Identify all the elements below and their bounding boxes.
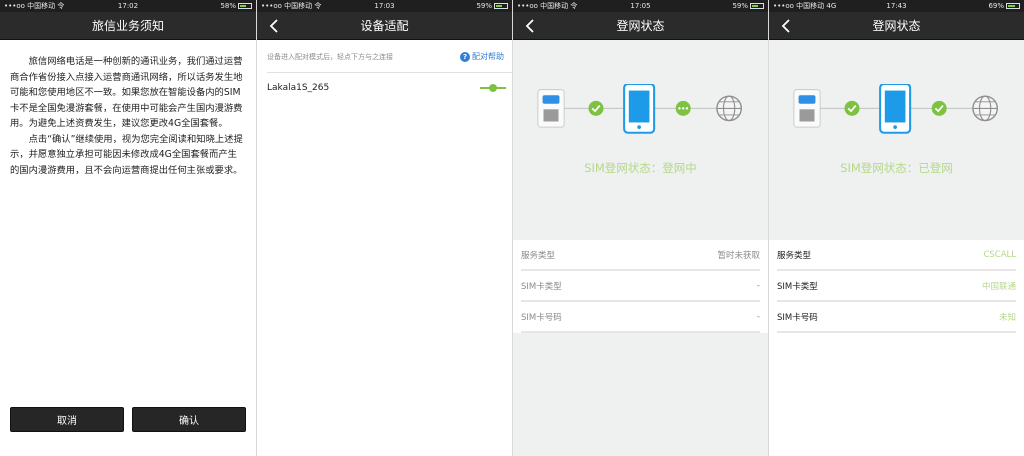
battery-icon: [750, 3, 764, 9]
confirm-button[interactable]: 确认: [132, 407, 246, 432]
status-diagram: SIM登网状态：登网中: [513, 40, 768, 240]
cancel-button[interactable]: 取消: [10, 407, 124, 432]
list-item: 服务类型 暂时未获取: [521, 240, 760, 271]
clock: 17:05: [630, 2, 651, 10]
status-bar: •••oo 中国移动 令 17:02 58%: [0, 0, 256, 12]
list-item: 服务类型 CSCALL: [777, 240, 1016, 271]
clock: 17:03: [374, 2, 395, 10]
globe-icon: [716, 95, 743, 122]
back-arrow-icon[interactable]: [777, 17, 795, 35]
screen-device-pairing: •••oo 中国移动 令 17:03 59% 设备适配 设备进入配对模式后，轻点…: [256, 0, 512, 456]
back-arrow-icon[interactable]: [265, 17, 283, 35]
nav-bar: 设备适配: [257, 12, 512, 40]
globe-icon: [972, 95, 999, 122]
battery-icon: [1006, 3, 1020, 9]
row-value: CSCALL: [983, 249, 1016, 260]
page-title: 设备适配: [360, 19, 409, 33]
sim-card-icon: [793, 89, 821, 128]
pairing-help-link[interactable]: ? 配对帮助: [460, 51, 504, 62]
row-label: SIM卡号码: [521, 312, 562, 323]
connection-flow: [537, 84, 743, 134]
connecting-dots-icon: [675, 100, 691, 116]
page-title: 登网状态: [872, 19, 921, 33]
nav-bar: 旅信业务须知: [0, 12, 256, 40]
status-bar: •••oo 中国移动 令 17:03 59%: [257, 0, 512, 12]
pairing-help-label: 配对帮助: [472, 52, 504, 61]
status-bar: •••oo 中国移动 4G 17:43 69%: [769, 0, 1024, 12]
pairing-hint: 设备进入配对模式后，轻点下方与之连接: [267, 52, 393, 61]
device-list-item[interactable]: Lakala1S_265: [257, 73, 512, 93]
screen-notice: •••oo 中国移动 令 17:02 58% 旅信业务须知 旅信网络电话是一种创…: [0, 0, 256, 456]
back-arrow-icon[interactable]: [521, 17, 539, 35]
list-item: SIM卡类型 中国联通: [777, 271, 1016, 302]
empty-area: [513, 333, 768, 456]
status-diagram: SIM登网状态：已登网: [769, 40, 1024, 240]
nav-bar: 登网状态: [513, 12, 768, 40]
list-item: SIM卡类型 -: [521, 271, 760, 302]
sim-info-list: 服务类型 CSCALL SIM卡类型 中国联通 SIM卡号码 未知: [769, 240, 1024, 333]
row-label: 服务类型: [777, 250, 812, 261]
notice-paragraph-1: 旅信网络电话是一种创新的通讯业务，我们通过运营商合作省份接入点接入运营商通讯网络…: [10, 56, 243, 129]
status-bar: •••oo 中国移动 令 17:05 59%: [513, 0, 768, 12]
list-item: SIM卡号码 -: [521, 302, 760, 333]
check-icon: [588, 100, 604, 116]
nav-bar: 登网状态: [769, 12, 1024, 40]
row-label: 服务类型: [521, 250, 556, 261]
screen-network-status-online: •••oo 中国移动 4G 17:43 69% 登网状态 SIM登网状态：已登网…: [768, 0, 1024, 456]
clock: 17:02: [117, 2, 139, 10]
notice-text: 旅信网络电话是一种创新的通讯业务，我们通过运营商合作省份接入点接入运营商通讯网络…: [0, 40, 256, 178]
check-icon: [931, 100, 947, 116]
phone-icon: [623, 84, 656, 134]
battery-icon: [494, 3, 508, 9]
list-item: SIM卡号码 未知: [777, 302, 1016, 333]
row-value: 未知: [998, 312, 1016, 323]
help-icon: ?: [460, 51, 470, 62]
clock: 17:43: [886, 2, 907, 10]
network-state-text: SIM登网状态：已登网: [840, 161, 953, 175]
battery-icon: [238, 3, 252, 9]
row-value: 中国联通: [981, 281, 1016, 292]
row-value: -: [756, 280, 760, 291]
connect-toggle-icon[interactable]: [480, 83, 506, 93]
row-label: SIM卡类型: [777, 281, 818, 292]
button-bar: 取消 确认: [10, 407, 246, 432]
row-value: 暂时未获取: [717, 250, 760, 261]
row-label: SIM卡类型: [521, 281, 562, 292]
sim-info-list: 服务类型 暂时未获取 SIM卡类型 - SIM卡号码 -: [513, 240, 768, 333]
notice-paragraph-2: 点击“确认”继续使用，视为您完全阅读和知晓上述提示，并愿意独立承担可能因未修改成…: [10, 133, 243, 176]
screen-network-status-connecting: •••oo 中国移动 令 17:05 59% 登网状态 SIM登网状态：登网中 …: [512, 0, 768, 456]
page-title: 登网状态: [616, 19, 665, 33]
connection-flow: [793, 84, 999, 134]
phone-icon: [879, 84, 912, 134]
check-icon: [844, 100, 860, 116]
network-state-text: SIM登网状态：登网中: [584, 161, 697, 175]
device-name: Lakala1S_265: [267, 83, 330, 93]
sim-card-icon: [537, 89, 565, 128]
row-value: -: [756, 311, 760, 322]
row-label: SIM卡号码: [777, 312, 818, 323]
page-title: 旅信业务须知: [91, 19, 164, 33]
